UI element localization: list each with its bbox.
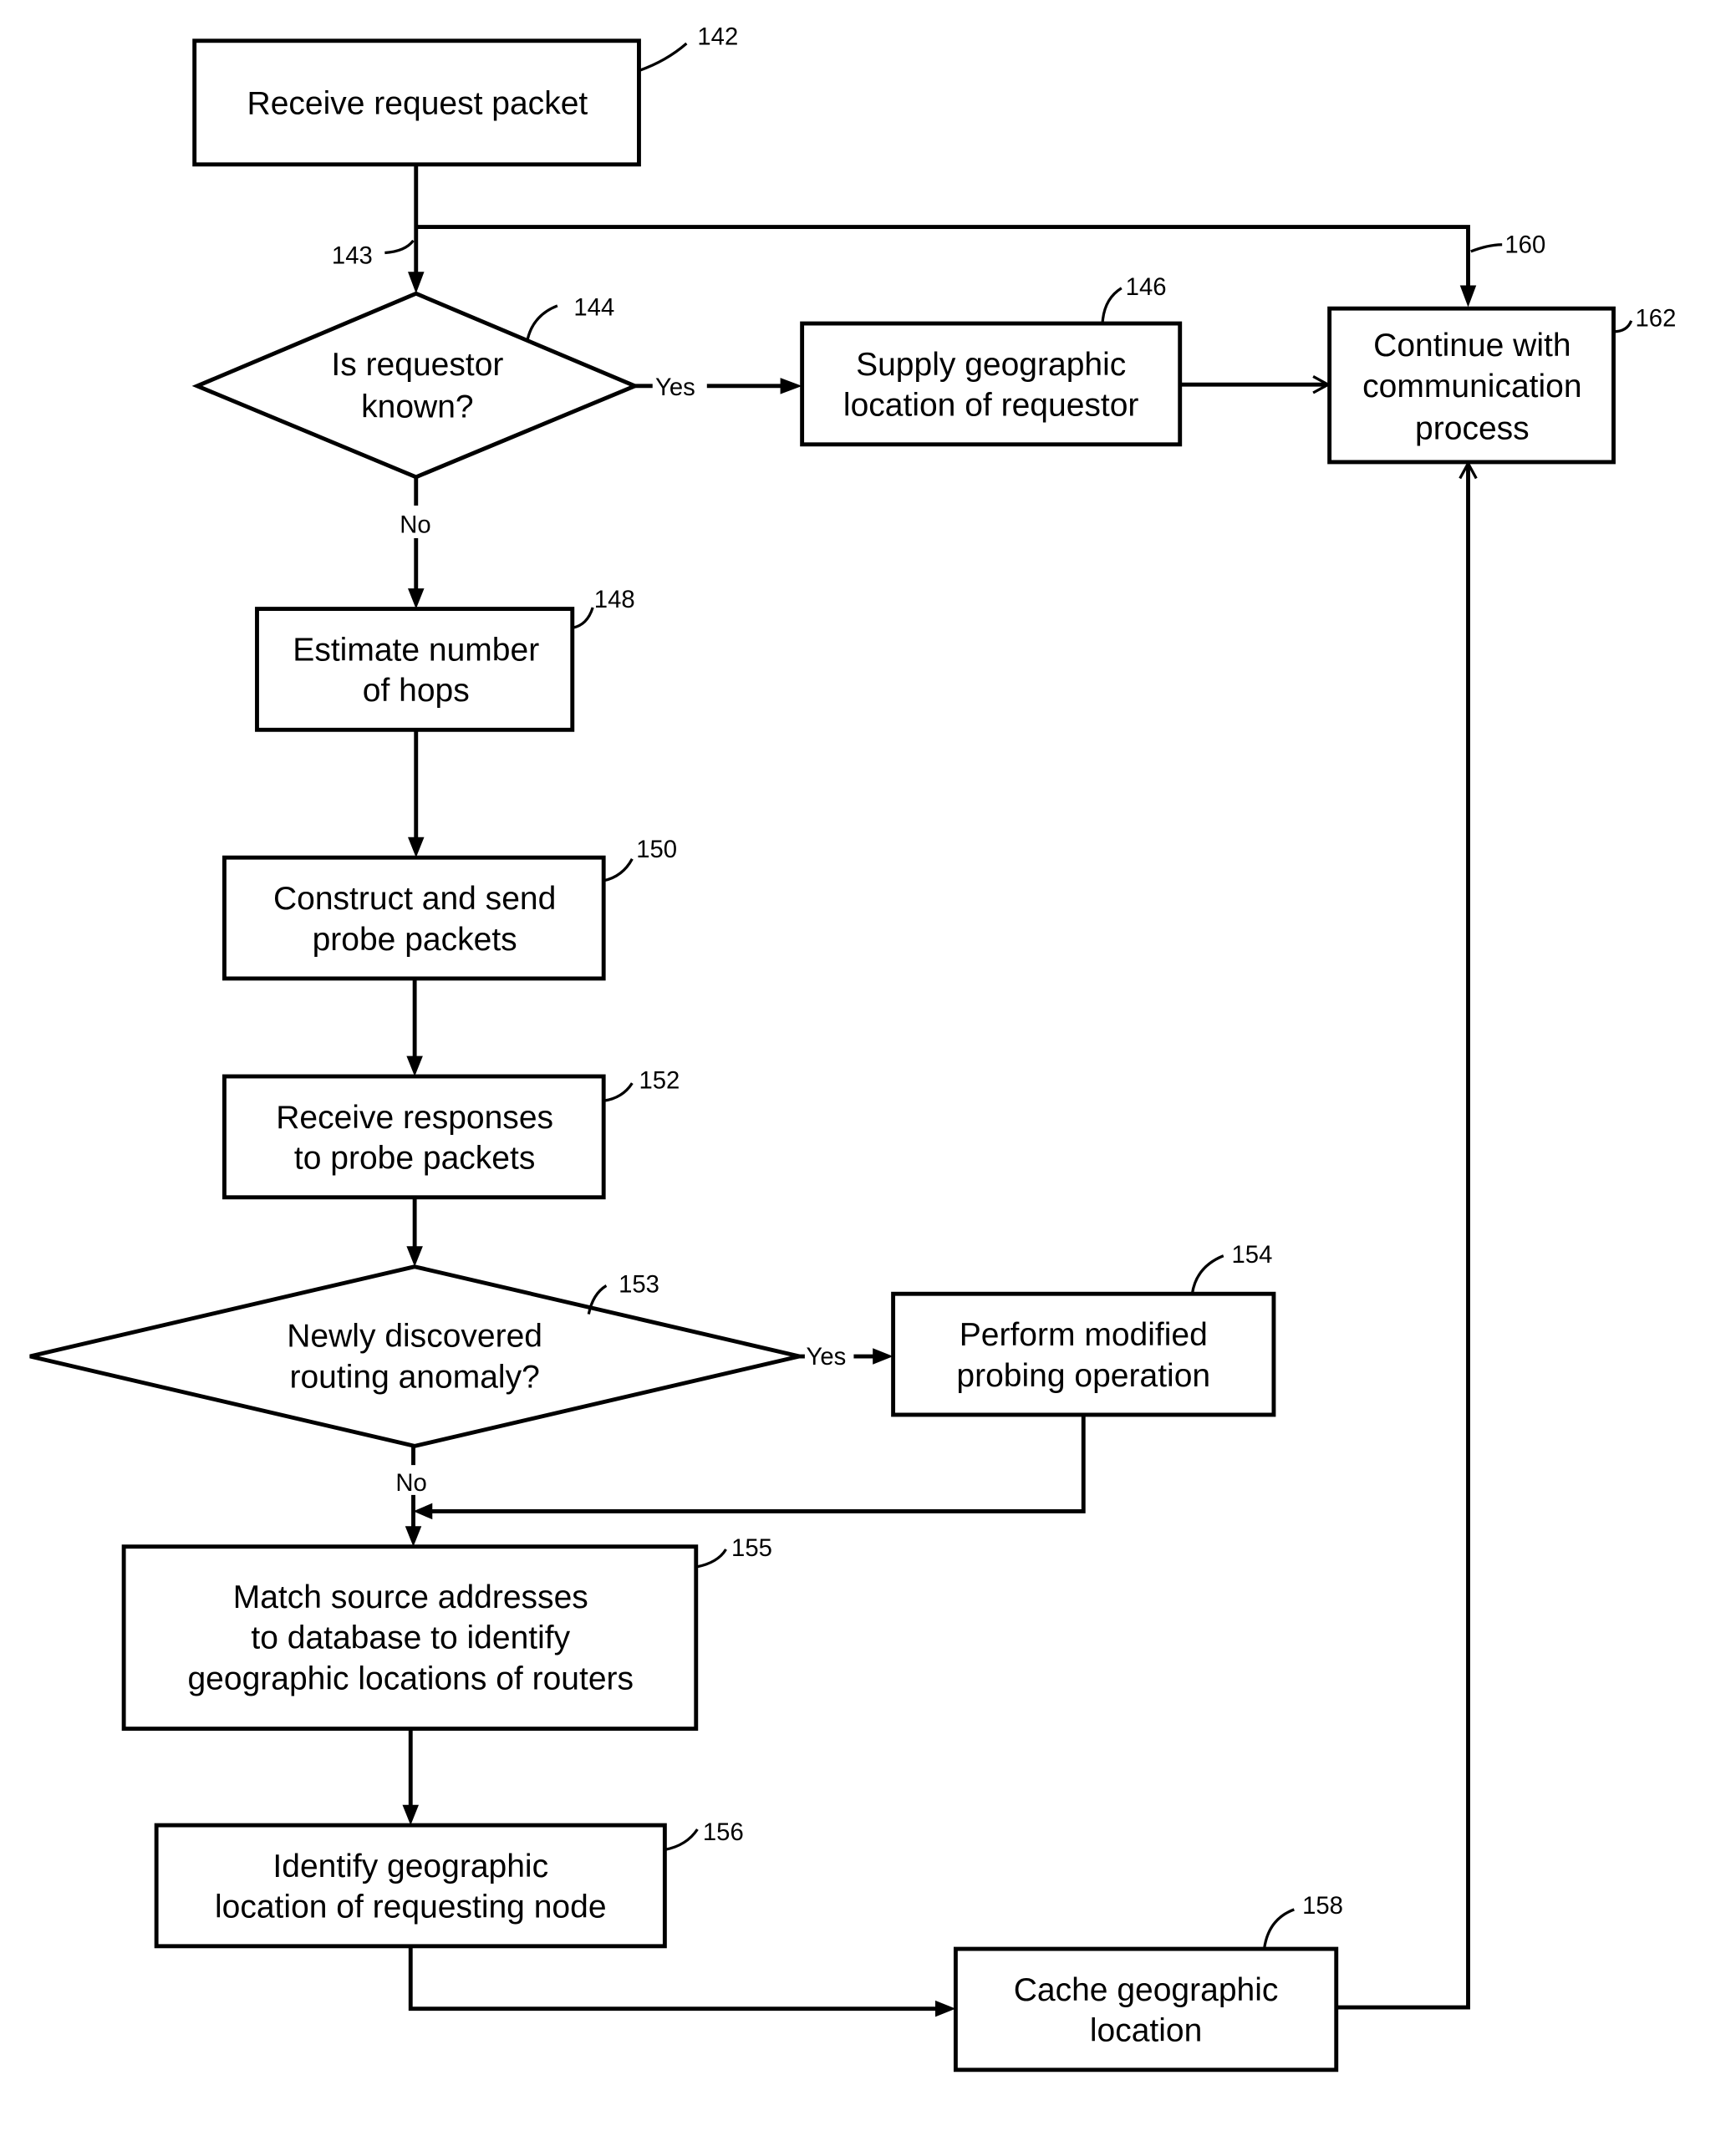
ref-label-155: 155	[731, 1535, 772, 1562]
decision-144-is-requestor-known: Is requestor known? 144	[191, 291, 640, 480]
svg-text:geographic locations of router: geographic locations of routers	[187, 1661, 634, 1696]
ref-label-154: 154	[1232, 1242, 1273, 1269]
svg-text:known?: known?	[361, 389, 473, 425]
node-text: Continue with	[1373, 328, 1571, 364]
node-text: probe packets	[313, 922, 517, 958]
svg-text:Newly discovered: Newly discovered	[287, 1319, 542, 1355]
svg-text:process: process	[1415, 410, 1530, 446]
node-text: probing operation	[956, 1358, 1210, 1394]
connector-160	[415, 225, 1470, 297]
node-158-cache-location: Cache geographic location 158	[953, 1893, 1343, 2073]
node-155-match-source-addresses: Match source addresses to database to id…	[121, 1535, 772, 1732]
node-text: Supply geographic	[856, 347, 1126, 383]
node-text: Receive request packet	[247, 86, 588, 122]
ref-label-143: 143	[332, 242, 373, 269]
node-text: location of requestor	[843, 388, 1139, 424]
svg-text:Construct and send: Construct and send	[273, 881, 556, 917]
arrow-head	[408, 272, 425, 294]
arrow-head	[408, 837, 425, 858]
svg-text:Perform modified: Perform modified	[960, 1317, 1208, 1353]
decision-153-routing-anomaly: Newly discovered routing anomaly? 153	[29, 1264, 800, 1448]
ref-label-148: 148	[594, 587, 635, 613]
ref-label-156: 156	[703, 1819, 744, 1846]
svg-text:probing operation: probing operation	[956, 1358, 1210, 1394]
node-text: location of requesting node	[215, 1889, 607, 1925]
arrow-head	[780, 378, 802, 394]
node-text: process	[1415, 410, 1530, 446]
arrow-head	[873, 1348, 893, 1365]
node-162-continue-communication: Continue with communication process 162	[1327, 305, 1677, 465]
svg-text:routing anomaly?: routing anomaly?	[289, 1359, 539, 1395]
node-text: routing anomaly?	[289, 1359, 539, 1395]
flowchart: Receive request packet 142 143 160 Is re…	[29, 24, 1677, 2073]
node-text: Construct and send	[273, 881, 556, 917]
svg-text:Identify geographic: Identify geographic	[272, 1849, 548, 1884]
ref-label-162: 162	[1636, 305, 1677, 332]
node-text: geographic locations of routers	[187, 1661, 634, 1696]
branch-label-no: No	[400, 512, 430, 539]
node-text: Identify geographic	[272, 1849, 548, 1884]
svg-text:communication: communication	[1362, 369, 1581, 404]
svg-text:Match source addresses: Match source addresses	[233, 1579, 588, 1615]
arrow-head	[405, 1526, 422, 1547]
node-text: Receive responses	[276, 1100, 553, 1136]
leader-160	[1470, 243, 1503, 253]
node-text: Estimate number	[293, 632, 539, 668]
svg-text:probe packets: probe packets	[313, 922, 517, 958]
node-text: Newly discovered	[287, 1319, 542, 1355]
node-152-receive-responses: Receive responses to probe packets 152	[222, 1068, 680, 1200]
node-148-estimate-hops: Estimate number of hops 148	[255, 587, 635, 732]
node-142-receive-request-packet: Receive request packet 142	[192, 24, 738, 167]
node-154-modified-probing: Perform modified probing operation 154	[891, 1242, 1276, 1417]
node-text: to probe packets	[294, 1141, 535, 1177]
node-text: of hops	[363, 673, 470, 709]
connector-154-return	[421, 1414, 1086, 1513]
arrow-head	[402, 1804, 420, 1826]
svg-text:Is requestor: Is requestor	[331, 347, 503, 383]
arrow-head	[413, 1503, 433, 1520]
svg-text:location of requesting node: location of requesting node	[215, 1889, 607, 1925]
arrow-head	[935, 2000, 956, 2017]
node-text: Cache geographic	[1014, 1972, 1279, 2008]
svg-text:of hops: of hops	[363, 673, 470, 709]
ref-label-150: 150	[636, 837, 677, 863]
leader-143	[384, 239, 415, 255]
svg-text:Supply geographic: Supply geographic	[856, 347, 1126, 383]
branch-label-yes: Yes	[807, 1344, 847, 1371]
svg-text:location: location	[1090, 2013, 1202, 2049]
arrow-head	[408, 588, 425, 609]
branch-label-no: No	[395, 1470, 426, 1497]
ref-label-144: 144	[573, 294, 614, 321]
svg-text:to probe packets: to probe packets	[294, 1141, 535, 1177]
node-text: location	[1090, 2013, 1202, 2049]
ref-label-158: 158	[1302, 1893, 1343, 1920]
node-text: Match source addresses	[233, 1579, 588, 1615]
node-156-identify-location: Identify geographic location of requesti…	[154, 1819, 744, 1949]
arrow-head	[406, 1055, 423, 1077]
branch-label-yes: Yes	[655, 374, 695, 401]
ref-label-153: 153	[619, 1272, 659, 1299]
ref-label-146: 146	[1126, 274, 1167, 301]
node-text: known?	[361, 389, 473, 425]
svg-text:Receive responses: Receive responses	[276, 1100, 553, 1136]
svg-text:Cache geographic: Cache geographic	[1014, 1972, 1279, 2008]
node-text: Perform modified	[960, 1317, 1208, 1353]
node-146-supply-geographic-location: Supply geographic location of requestor …	[800, 274, 1183, 447]
svg-text:to database to identify: to database to identify	[251, 1620, 570, 1656]
node-150-construct-send-probes: Construct and send probe packets 150	[222, 837, 677, 981]
svg-text:Receive request packet: Receive request packet	[247, 86, 588, 122]
ref-label-142: 142	[697, 24, 738, 51]
node-text: to database to identify	[251, 1620, 570, 1656]
svg-text:Continue with: Continue with	[1373, 328, 1571, 364]
svg-text:location of requestor: location of requestor	[843, 388, 1139, 424]
arrow-head	[1459, 285, 1477, 308]
ref-label-160: 160	[1504, 231, 1545, 258]
arrow-head	[406, 1246, 423, 1267]
connector-158-to-162	[1336, 465, 1470, 2010]
ref-label-152: 152	[639, 1068, 680, 1095]
node-text: communication	[1362, 369, 1581, 404]
node-text: Is requestor	[331, 347, 503, 383]
connector-156-to-158	[408, 1945, 947, 2011]
svg-text:Estimate number: Estimate number	[293, 632, 539, 668]
